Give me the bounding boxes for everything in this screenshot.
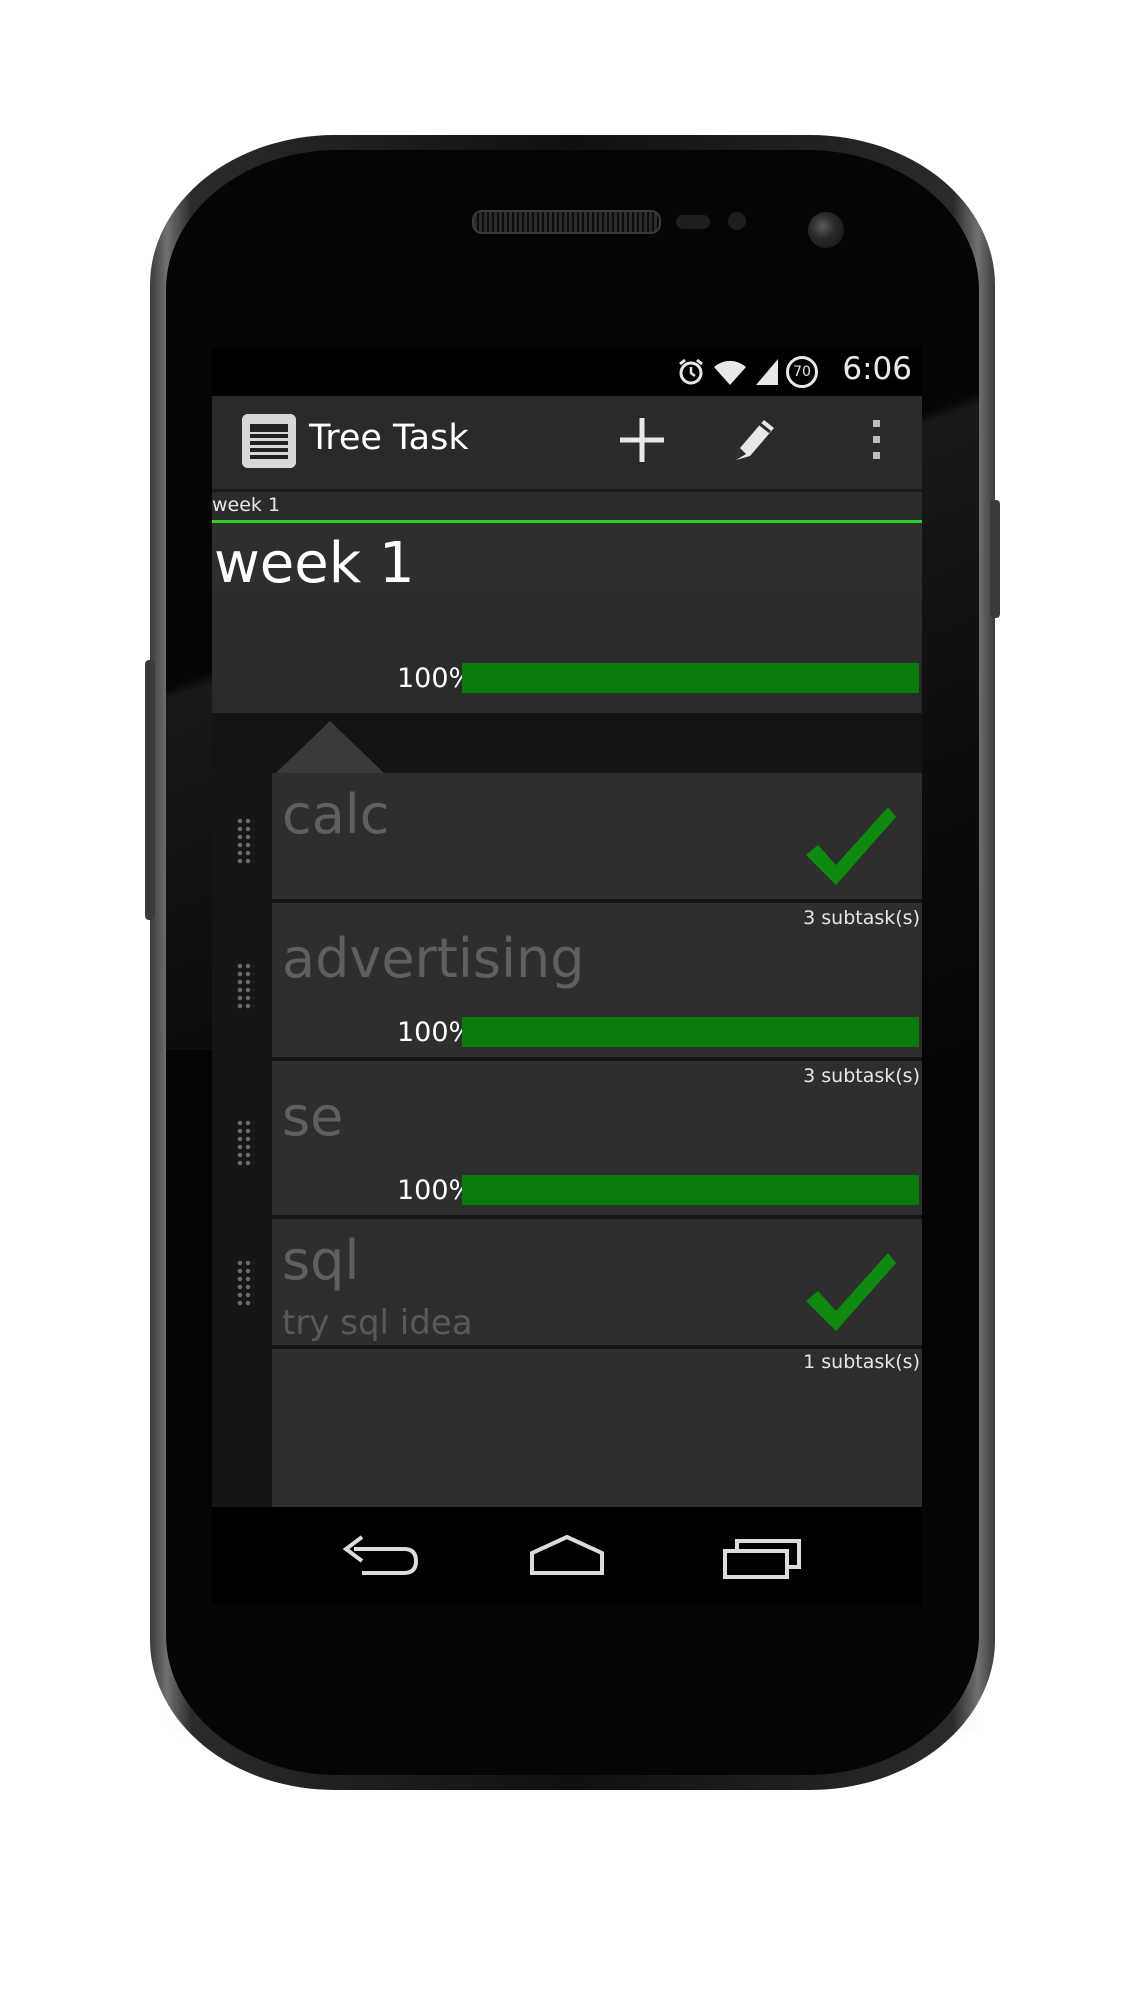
battery-icon: 70 [786, 356, 818, 388]
progress-bar [462, 663, 919, 693]
pointer-triangle [276, 721, 384, 773]
task-row-partial[interactable]: 1 subtask(s) [272, 1349, 922, 1533]
breadcrumb-label: week 1 [212, 494, 281, 516]
task-title: se [282, 1085, 344, 1148]
battery-level: 70 [793, 364, 811, 380]
screen: 70 6:06 Tree Task week 1 week 1 100% cal… [212, 347, 922, 1605]
task-row-se[interactable]: 3 subtask(s) se 100% [272, 1061, 922, 1219]
overflow-menu-button[interactable] [846, 410, 906, 470]
recent-apps-button[interactable] [717, 1527, 807, 1587]
earpiece-speaker [472, 210, 661, 234]
status-icons: 70 [676, 356, 818, 388]
pencil-icon [736, 420, 774, 460]
task-row-advertising[interactable]: 3 subtask(s) advertising 100% [272, 903, 922, 1061]
pointer-area [212, 713, 922, 773]
progress-bar [462, 1017, 919, 1047]
home-button[interactable] [522, 1527, 612, 1587]
subtask-count: 3 subtask(s) [803, 1065, 920, 1087]
drag-handle[interactable] [236, 962, 254, 1010]
progress-bar-fill [462, 663, 919, 693]
breadcrumb[interactable]: week 1 [212, 492, 922, 520]
light-sensor [728, 212, 746, 230]
drag-handle[interactable] [236, 1119, 254, 1167]
task-title: calc [282, 783, 390, 846]
current-task-header: week 1 100% [212, 523, 922, 713]
drag-handle[interactable] [236, 817, 254, 865]
navigation-bar [212, 1507, 922, 1605]
recent-apps-icon [723, 1539, 801, 1579]
progress-bar-fill [462, 1175, 919, 1205]
status-time: 6:06 [842, 351, 912, 387]
front-camera [808, 212, 844, 248]
alarm-icon [679, 358, 703, 385]
power-button [990, 500, 1000, 618]
progress-bar-fill [462, 1017, 919, 1047]
task-title: sql [282, 1229, 360, 1292]
status-bar: 70 6:06 [212, 347, 922, 396]
drag-handle[interactable] [236, 1259, 254, 1307]
task-row-calc[interactable]: calc [272, 773, 922, 903]
back-icon [342, 1535, 419, 1575]
task-description: try sql idea [282, 1303, 473, 1343]
plus-icon [620, 418, 664, 462]
subtask-count: 1 subtask(s) [803, 1351, 920, 1373]
back-button[interactable] [332, 1527, 422, 1587]
home-icon [530, 1534, 604, 1575]
add-task-button[interactable] [612, 410, 672, 470]
list-gutter [212, 773, 272, 1605]
overflow-menu-icon [873, 420, 880, 459]
action-bar: Tree Task [212, 396, 922, 492]
proximity-sensor [676, 215, 710, 229]
signal-icon [756, 359, 778, 385]
checkmark-icon [806, 1253, 896, 1331]
edit-button[interactable] [722, 410, 782, 470]
page-title: week 1 [214, 531, 415, 596]
task-row-sql[interactable]: sql try sql idea [272, 1219, 922, 1349]
list-icon[interactable] [242, 414, 296, 468]
volume-button [145, 660, 155, 920]
task-title: advertising [282, 927, 585, 990]
progress-bar [462, 1175, 919, 1205]
wifi-icon [714, 360, 746, 385]
app-title: Tree Task [309, 418, 469, 458]
checkmark-icon [806, 807, 896, 885]
subtask-count: 3 subtask(s) [803, 907, 920, 929]
